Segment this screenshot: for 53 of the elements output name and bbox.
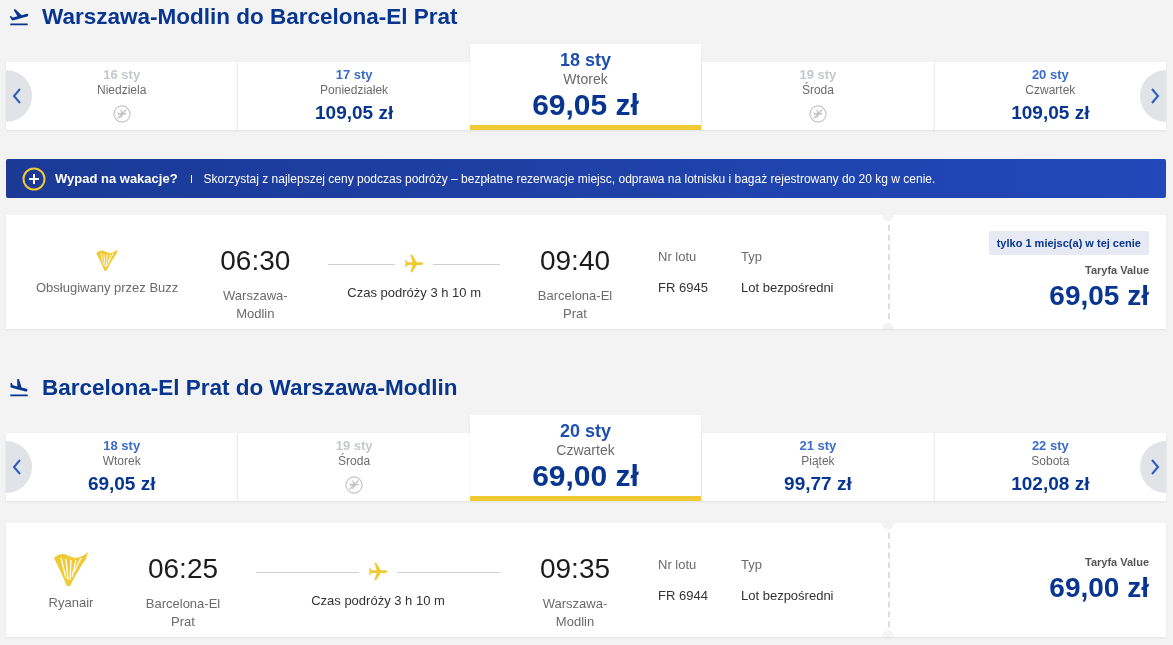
date-tab[interactable]: 18 sty Wtorek 69,05 zł <box>6 433 238 501</box>
departure-time: 06:25 <box>147 553 219 585</box>
date-tab[interactable]: 16 sty Niedziela <box>6 62 238 130</box>
chevron-right-icon <box>1150 459 1160 475</box>
flight-number-label: Nr lotu <box>658 556 697 574</box>
promo-title: Wypad na wakacje? <box>55 171 178 186</box>
date-tab[interactable]: 19 sty Środa <box>701 62 934 130</box>
plane-icon <box>367 561 389 583</box>
date-tab[interactable]: 21 sty Piątek 99,77 zł <box>701 433 934 501</box>
arrival-airport: Warszawa-Modlin <box>541 595 609 631</box>
date-tab[interactable]: 20 sty Czwartek 69,00 zł <box>469 415 702 501</box>
arrival-time: 09:35 <box>539 553 611 585</box>
chevron-left-icon <box>12 459 22 475</box>
fare-name: Taryfa Value <box>1085 555 1149 569</box>
plus-icon[interactable] <box>22 166 46 191</box>
fare-price: 69,05 zł <box>1049 279 1149 313</box>
promo-text: Skorzystaj z najlepszej ceny podczas podróży – bezpłatne rezerwacje miejsc, odprawa na lotnisku i bagaż rejestrowany do 20 kg w cenie. <box>203 171 936 186</box>
arrival-time: 09:40 <box>539 245 611 277</box>
flight-type: Lot bezpośredni <box>741 587 834 605</box>
flight-type-label: Typ <box>741 556 762 574</box>
operator-label: Obsługiwany przez Buzz <box>36 280 179 296</box>
availability-badge: tylko 1 miejsc(a) w tej cenie <box>988 231 1149 255</box>
arrival-airport: Barcelona-El Prat <box>536 287 614 323</box>
departure-airport: Warszawa-Modlin <box>222 287 289 323</box>
flight-number: FR 6945 <box>658 279 708 297</box>
flight-duration: Czas podróży 3 h 10 m <box>347 284 481 302</box>
flight-type-label: Typ <box>741 248 762 266</box>
route-title: Warszawa-Modlin do Barcelona-El Prat <box>42 3 458 31</box>
chevron-right-icon <box>1150 88 1160 104</box>
date-tab[interactable]: 19 sty Środa <box>237 433 470 501</box>
harp-icon <box>94 248 121 272</box>
date-tab[interactable]: 17 sty Poniedziałek 109,05 zł <box>237 62 470 130</box>
departure-airport: Barcelona-El Prat <box>144 595 222 631</box>
date-tab[interactable]: 18 sty Wtorek 69,05 zł <box>469 44 702 130</box>
plane-icon <box>403 253 426 275</box>
plane-landing-icon <box>8 377 30 399</box>
departure-time: 06:30 <box>220 245 291 277</box>
crossed-plane-icon <box>345 476 364 494</box>
flight-duration: Czas podróży 3 h 10 m <box>311 592 445 610</box>
crossed-plane-icon <box>112 105 131 123</box>
flight-number: FR 6944 <box>658 587 708 605</box>
chevron-left-icon <box>12 88 22 104</box>
route-title: Barcelona-El Prat do Warszawa-Modlin <box>42 374 458 402</box>
date-tab[interactable]: 22 sty Sobota 102,08 zł <box>933 433 1167 501</box>
flight-number-label: Nr lotu <box>658 248 697 266</box>
plane-takeoff-icon <box>8 6 30 28</box>
fare-price: 69,00 zł <box>1049 571 1149 605</box>
fare-name: Taryfa Value <box>1085 263 1149 277</box>
harp-icon <box>51 549 91 588</box>
flight-type: Lot bezpośredni <box>741 279 834 297</box>
crossed-plane-icon <box>808 105 827 123</box>
operator-label: Ryanair <box>48 594 94 611</box>
date-tab[interactable]: 20 sty Czwartek 109,05 zł <box>933 62 1167 130</box>
